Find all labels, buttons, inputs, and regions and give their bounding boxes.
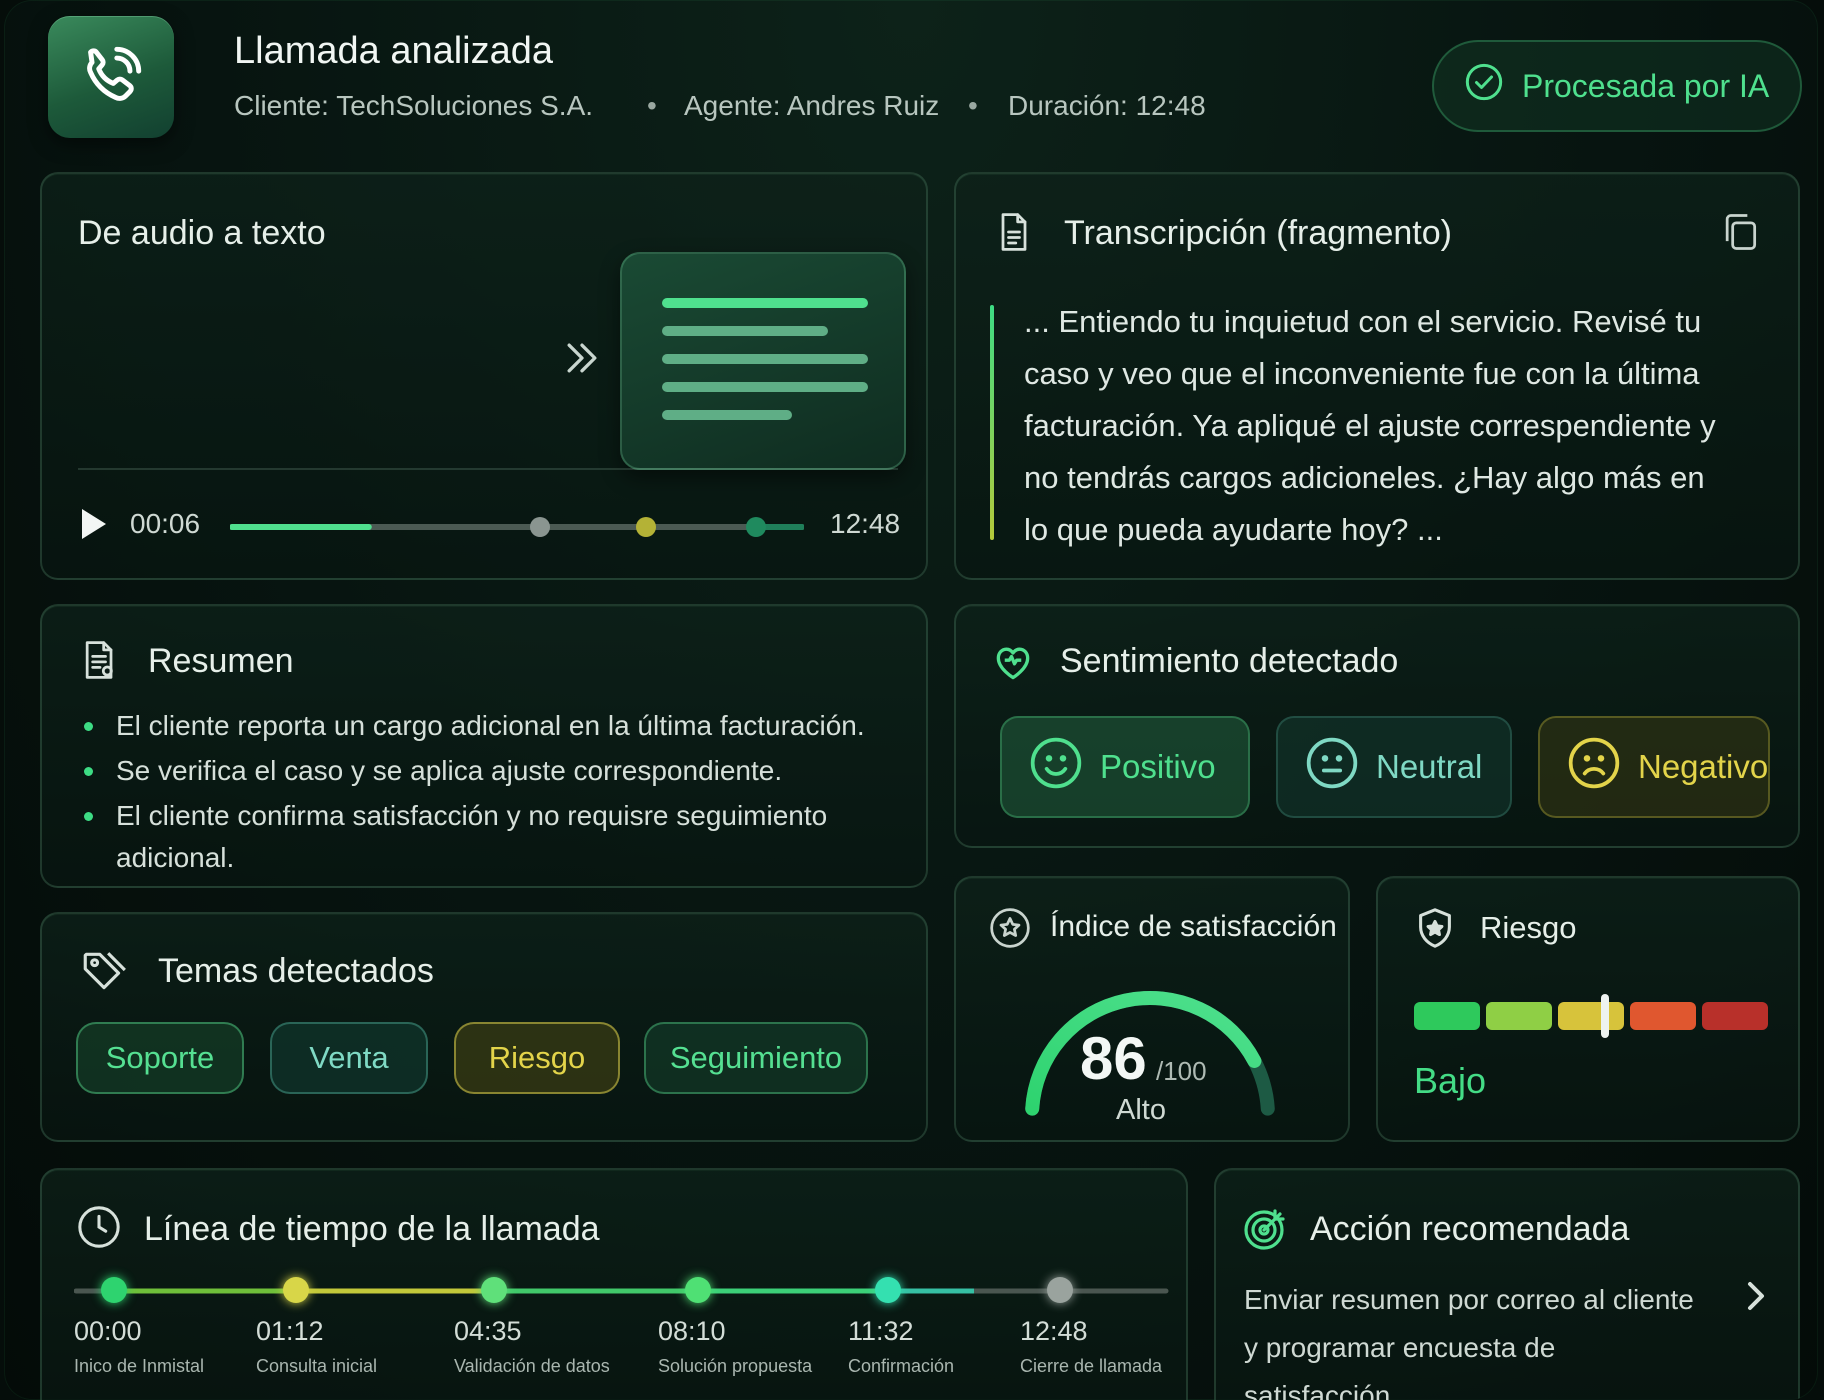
timeline-dot[interactable]: [875, 1277, 901, 1303]
audio-total-time: 12:48: [830, 508, 901, 539]
topic-tag-seguimiento[interactable]: Seguimiento: [644, 1022, 868, 1094]
double-chevron-right-icon: [560, 336, 604, 380]
risk-segment: [1486, 1002, 1552, 1030]
meta-separator: •: [968, 90, 978, 121]
topics-title: Temas detectados: [158, 952, 434, 990]
risk-segment: [1630, 1002, 1696, 1030]
phone-call-icon: [48, 16, 174, 138]
transcript-title: Transcripción (fragmento): [1064, 214, 1452, 252]
star-badge-icon: [988, 906, 1032, 950]
play-button[interactable]: [78, 506, 110, 542]
summary-item: Se verifica el caso y se aplica ajuste c…: [78, 750, 908, 792]
heart-icon: [990, 640, 1036, 684]
sentiment-positive-button[interactable]: Positivo: [1000, 716, 1250, 818]
timeline-dot[interactable]: [685, 1277, 711, 1303]
chevron-right-icon[interactable]: [1742, 1278, 1770, 1314]
summary-item: El cliente confirma satisfacción y no re…: [78, 795, 908, 879]
timeline-dot[interactable]: [481, 1277, 507, 1303]
audio-divider: [78, 468, 898, 470]
timeline-label: Inico de Inmistal: [74, 1356, 205, 1376]
document-icon: [992, 208, 1036, 256]
text-document-illustration: [620, 252, 906, 470]
audio-current-time: 00:06: [130, 508, 201, 539]
risk-level: Bajo: [1414, 1060, 1487, 1101]
topic-tag-soporte[interactable]: Soporte: [76, 1022, 244, 1094]
app-frame: Llamada analizada Cliente: TechSolucione…: [4, 0, 1818, 1400]
shield-icon: [1412, 904, 1458, 952]
summary-document-icon: [78, 636, 122, 684]
sentiment-neutral-button[interactable]: Neutral: [1276, 716, 1512, 818]
sentiment-neutral-label: Neutral: [1376, 748, 1483, 785]
timeline-label: Confirmación: [848, 1356, 955, 1376]
timeline-time: 04:35: [454, 1316, 522, 1346]
timeline-dot[interactable]: [1047, 1277, 1073, 1303]
ai-processed-badge: Procesada por IA: [1432, 40, 1802, 132]
audio-panel-title: De audio a texto: [78, 214, 326, 252]
satisfaction-max: /100: [1156, 1056, 1207, 1086]
timeline-track: [74, 1288, 1169, 1294]
timeline-label: Cierre de llamada: [1020, 1356, 1163, 1376]
progress-marker: [636, 517, 656, 537]
sentiment-negative-button[interactable]: Negativo: [1538, 716, 1770, 818]
risk-title: Riesgo: [1480, 910, 1577, 945]
satisfaction-level: Alto: [1116, 1094, 1166, 1126]
timeline-dot[interactable]: [283, 1277, 309, 1303]
timeline-time: 11:32: [848, 1316, 914, 1346]
risk-segment: [1702, 1002, 1768, 1030]
progress-marker: [746, 517, 766, 537]
timeline-label: Consulta inicial: [256, 1356, 378, 1376]
timeline-dot[interactable]: [101, 1277, 127, 1303]
page-title: Llamada analizada: [234, 30, 554, 72]
ai-badge-label: Procesada por IA: [1522, 67, 1770, 104]
timeline-label: Solución propuesta: [658, 1356, 813, 1376]
timeline-time: 08:10: [658, 1316, 726, 1346]
summary-title: Resumen: [148, 642, 294, 680]
tag-icon: [78, 946, 130, 996]
target-icon: [1242, 1204, 1290, 1252]
sentiment-positive-label: Positivo: [1100, 748, 1216, 785]
transcript-text: ... Entiendo tu inquietud con el servici…: [1024, 304, 1716, 547]
neutral-face-icon: [1304, 735, 1360, 799]
copy-icon[interactable]: [1718, 210, 1762, 254]
topic-tag-riesgo[interactable]: Riesgo: [454, 1022, 620, 1094]
check-circle-icon: [1464, 62, 1504, 110]
timeline-time: 01:12: [256, 1316, 324, 1346]
clock-icon: [76, 1204, 122, 1250]
agent-name: Agente: Andres Ruiz: [684, 90, 940, 121]
audio-waveform: [77, 295, 530, 425]
topic-tag-venta[interactable]: Venta: [270, 1022, 428, 1094]
sentiment-title: Sentimiento detectado: [1060, 642, 1399, 680]
satisfaction-title: Índice de satisfacción: [1050, 910, 1337, 943]
risk-marker: [1601, 994, 1610, 1038]
sad-face-icon: [1566, 735, 1622, 799]
risk-segment: [1558, 1002, 1624, 1030]
meta-separator: •: [647, 90, 657, 121]
client-name: Cliente: TechSoluciones S.A.: [234, 90, 594, 121]
quote-bar: [990, 305, 994, 540]
action-text: Enviar resumen por correo al cliente y p…: [1244, 1284, 1694, 1400]
timeline-label: Validación de datos: [454, 1356, 610, 1376]
summary-item: El cliente reporta un cargo adicional en…: [78, 705, 908, 747]
satisfaction-score: 86: [1080, 1025, 1147, 1092]
timeline-time: 12:48: [1020, 1316, 1088, 1346]
summary-list: El cliente reporta un cargo adicional en…: [78, 705, 908, 882]
smile-icon: [1028, 735, 1084, 799]
timeline-title: Línea de tiempo de la llamada: [144, 1210, 600, 1248]
call-duration: Duración: 12:48: [1008, 90, 1206, 121]
timeline-time: 00:00: [74, 1316, 142, 1346]
action-title: Acción recomendada: [1310, 1210, 1630, 1248]
audio-progress-bar[interactable]: [230, 512, 804, 542]
risk-segment: [1414, 1002, 1480, 1030]
progress-marker: [530, 517, 550, 537]
sentiment-negative-label: Negativo: [1638, 748, 1769, 785]
